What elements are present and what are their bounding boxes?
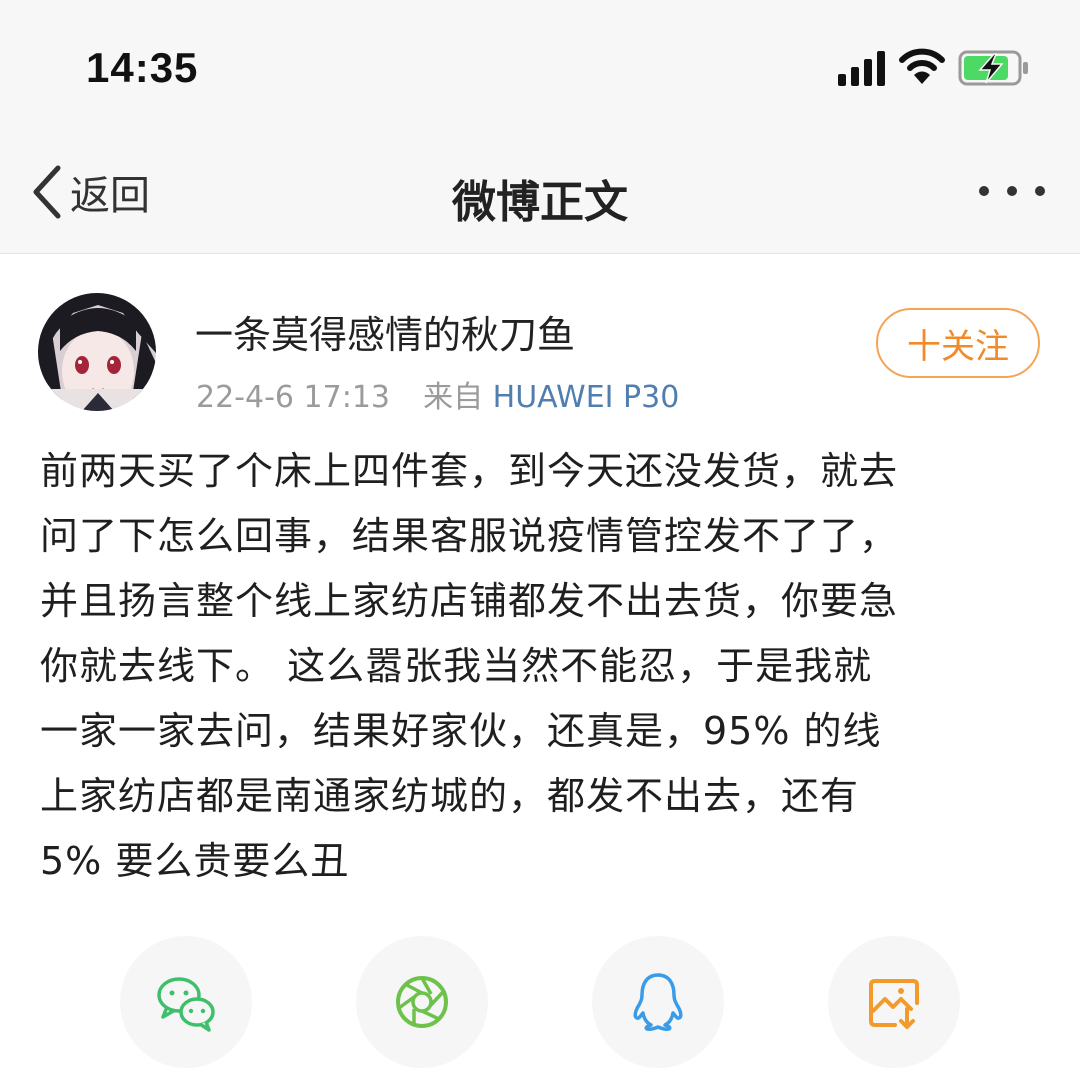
post-body-line: 并且扬言整个线上家纺店铺都发不出去货，你要急 (40, 579, 899, 623)
nav-bar: 返回 微博正文 (0, 130, 1080, 254)
post-body-line: 前两天买了个床上四件套，到今天还没发货，就去 (40, 449, 899, 493)
post-source-prefix: 来自 (423, 380, 484, 415)
post-meta: 22-4-6 17:13 来自 HUAWEI P30 (196, 372, 679, 416)
post-body-line: 上家纺店都是南通家纺城的，都发不出去，还有 (40, 774, 860, 818)
more-options-icon[interactable] (972, 176, 1052, 206)
qq-penguin-icon (633, 973, 683, 1031)
avatar-image (38, 293, 156, 411)
username[interactable]: 一条莫得感情的秋刀鱼 (195, 304, 575, 359)
signal-icon (838, 51, 885, 86)
wifi-icon (899, 48, 945, 84)
post-body-line: 5% 要么贵要么丑 (40, 839, 350, 883)
avatar[interactable] (38, 293, 156, 411)
wechat-icon (157, 977, 215, 1032)
post-timestamp: 22-4-6 17:13 (196, 380, 390, 415)
post-device-link[interactable]: HUAWEI P30 (493, 380, 680, 415)
follow-button[interactable]: 十关注 (876, 308, 1040, 378)
post-body-line: 你就去线下。 这么嚣张我当然不能忍，于是我就 (40, 644, 873, 688)
share-qq-button[interactable] (592, 936, 724, 1068)
status-bar: 14:35 (0, 0, 1080, 130)
post-body-line: 一家一家去问，结果好家伙，还真是，95% 的线 (40, 709, 882, 753)
share-moments-button[interactable] (356, 936, 488, 1068)
camera-shutter-icon (396, 976, 448, 1028)
status-time: 14:35 (86, 44, 199, 91)
page-title: 微博正文 (452, 177, 628, 228)
save-image-button[interactable] (828, 936, 960, 1068)
share-wechat-button[interactable] (120, 936, 252, 1068)
battery-charging-icon (958, 50, 1028, 86)
save-image-icon (869, 979, 919, 1029)
post-body: 前两天买了个床上四件套，到今天还没发货，就去 问了下怎么回事，结果客服说疫情管控… (40, 439, 1040, 894)
post-body-line: 问了下怎么回事，结果客服说疫情管控发不了了， (40, 514, 899, 558)
